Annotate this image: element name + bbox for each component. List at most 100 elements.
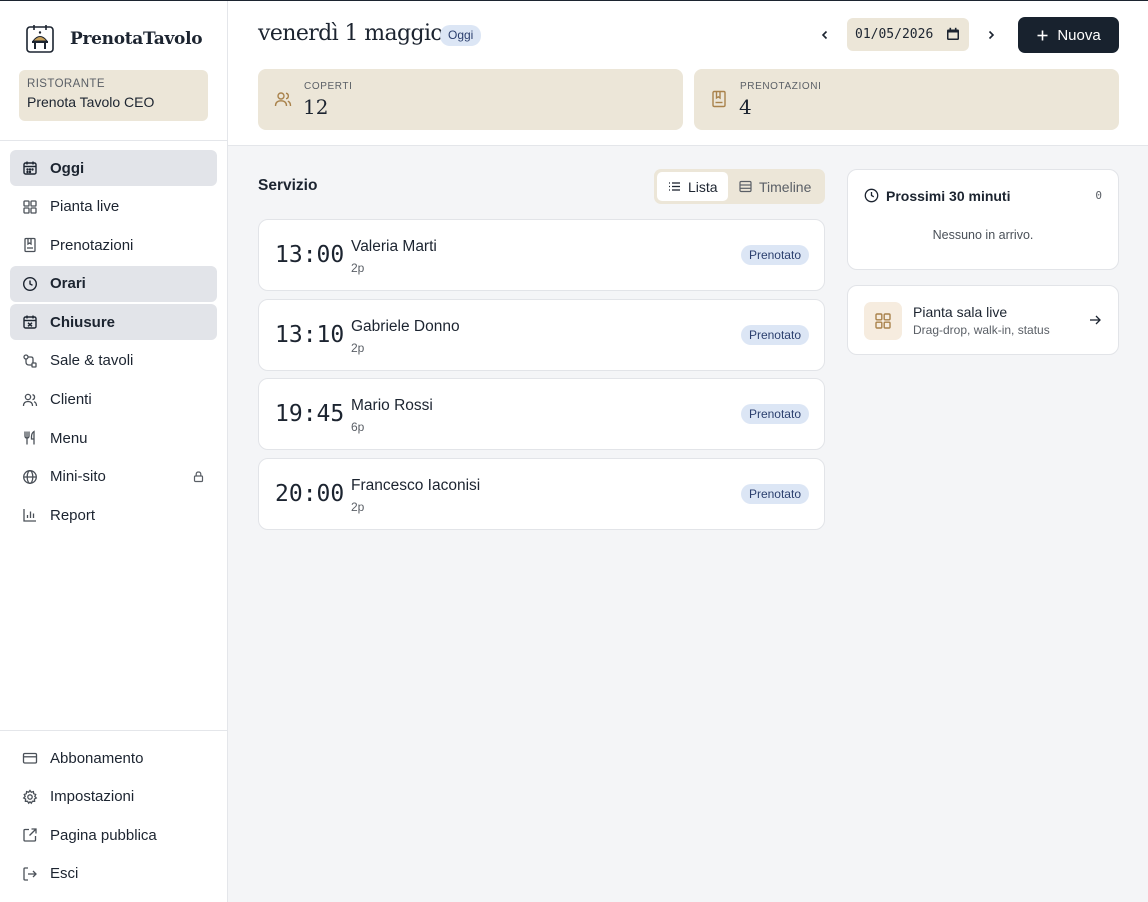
reservation-card[interactable]: 13:00 Valeria Marti 2p Prenotato <box>258 219 825 291</box>
prev-day-button[interactable] <box>813 23 837 47</box>
sidebar-item-mini-sito[interactable]: Mini-sito <box>10 459 217 495</box>
sidebar: PrenotaTavolo RISTORANTE Prenota Tavolo … <box>0 1 228 902</box>
sidebar-item-impostazioni[interactable]: Impostazioni <box>10 779 217 815</box>
stat-value: 12 <box>303 95 329 119</box>
sidebar-item-label: Chiusure <box>50 313 116 331</box>
stat-card-prenotazioni: PRENOTAZIONI 4 <box>694 69 1119 130</box>
page-header: venerdì 1 maggio Oggi 01/05/2026 Nuova C… <box>228 1 1148 146</box>
map-link-title: Pianta sala live <box>913 304 1008 320</box>
sidebar-item-label: Menu <box>50 429 88 447</box>
sidebar-divider <box>0 140 227 141</box>
clock-icon <box>864 188 879 203</box>
new-reservation-button[interactable]: Nuova <box>1018 17 1119 53</box>
clock-icon <box>22 276 38 292</box>
sidebar-item-clienti[interactable]: Clienti <box>10 382 217 418</box>
lock-icon <box>193 471 204 482</box>
restaurant-selector[interactable]: RISTORANTE Prenota Tavolo CEO <box>19 70 208 121</box>
reservation-time: 13:00 <box>275 242 345 268</box>
sidebar-item-label: Pagina pubblica <box>50 826 157 844</box>
sidebar-item-label: Prenotazioni <box>50 236 134 254</box>
live-map-link[interactable]: Pianta sala live Drag-drop, walk-in, sta… <box>847 285 1119 355</box>
stat-label: COPERTI <box>304 81 353 92</box>
app-name: PrenotaTavolo <box>70 29 203 49</box>
next-30-empty-message: Nessuno in arrivo. <box>932 228 1034 242</box>
credit-card-icon <box>22 750 38 766</box>
reservation-card[interactable]: 20:00 Francesco Iaconisi 2p Prenotato <box>258 458 825 530</box>
calendar-icon <box>22 160 38 176</box>
sidebar-item-orari[interactable]: Orari <box>10 265 217 302</box>
sidebar-item-esci[interactable]: Esci <box>10 856 217 892</box>
utensils-icon <box>22 430 38 446</box>
reservation-name: Mario Rossi <box>351 397 433 414</box>
next-30-count: 0 <box>1095 189 1102 202</box>
restaurant-logo-icon <box>26 25 54 53</box>
sidebar-item-label: Report <box>50 506 96 524</box>
reservation-covers: 2p <box>351 341 365 355</box>
sidebar-item-label: Pianta live <box>50 198 120 216</box>
sidebar-item-label: Clienti <box>50 391 92 409</box>
view-timeline-button[interactable]: Timeline <box>736 172 822 201</box>
restaurant-label: RISTORANTE <box>27 78 105 90</box>
view-toggle: Lista Timeline <box>654 169 825 204</box>
sidebar-bottom-nav: Abbonamento Impostazioni Pagina pubblica… <box>10 740 217 894</box>
next-30-min-panel: Prossimi 30 minuti 0 Nessuno in arrivo. <box>847 169 1119 270</box>
calendar-x-icon <box>22 314 38 330</box>
date-input-value: 01/05/2026 <box>855 27 934 42</box>
timeline-icon <box>739 180 752 193</box>
users-icon <box>274 92 292 107</box>
reservation-card[interactable]: 13:10 Gabriele Donno 2p Prenotato <box>258 299 825 371</box>
sidebar-nav: Oggi Pianta live Prenotazioni Orari Chiu… <box>10 150 217 536</box>
stat-label: PRENOTAZIONI <box>740 81 822 92</box>
next-30-title: Prossimi 30 minuti <box>886 188 1011 204</box>
sidebar-item-sale-tavoli[interactable]: Sale & tavoli <box>10 343 217 379</box>
brand[interactable]: PrenotaTavolo <box>24 23 203 55</box>
reservation-covers: 6p <box>351 420 365 434</box>
sidebar-item-report[interactable]: Report <box>10 497 217 533</box>
new-button-label: Nuova <box>1057 26 1101 44</box>
sidebar-item-label: Sale & tavoli <box>50 352 134 370</box>
chevron-right-icon <box>988 30 995 40</box>
restaurant-name: Prenota Tavolo CEO <box>27 94 155 110</box>
next-day-button[interactable] <box>979 23 1003 47</box>
status-badge: Prenotato <box>740 325 809 345</box>
book-icon <box>712 90 726 108</box>
reservation-time: 20:00 <box>275 481 345 507</box>
sidebar-item-abbonamento[interactable]: Abbonamento <box>10 740 217 776</box>
sidebar-item-label: Oggi <box>50 159 85 177</box>
bar-chart-icon <box>22 507 38 523</box>
sidebar-item-menu[interactable]: Menu <box>10 420 217 456</box>
sidebar-item-prenotazioni[interactable]: Prenotazioni <box>10 227 217 263</box>
sidebar-item-pagina-pubblica[interactable]: Pagina pubblica <box>10 817 217 853</box>
page-title: venerdì 1 maggio <box>258 21 444 46</box>
stat-card-coperti: COPERTI 12 <box>258 69 683 130</box>
calendar-picker-icon[interactable] <box>946 27 960 41</box>
external-link-icon <box>22 827 38 843</box>
sidebar-item-oggi[interactable]: Oggi <box>10 150 217 186</box>
today-badge: Oggi <box>440 25 482 46</box>
reservation-card[interactable]: 19:45 Mario Rossi 6p Prenotato <box>258 378 825 450</box>
view-list-button[interactable]: Lista <box>657 172 728 201</box>
service-title: Servizio <box>258 177 318 194</box>
reservation-covers: 2p <box>351 500 365 514</box>
sidebar-item-label: Abbonamento <box>50 749 144 767</box>
status-badge: Prenotato <box>740 245 809 265</box>
reservation-time: 19:45 <box>275 401 345 427</box>
sidebar-item-pianta-live[interactable]: Pianta live <box>10 189 217 225</box>
reservation-name: Valeria Marti <box>351 238 437 255</box>
arrow-right-icon <box>1090 315 1101 325</box>
status-badge: Prenotato <box>740 484 809 504</box>
logout-icon <box>22 866 38 882</box>
view-list-label: Lista <box>688 178 718 195</box>
date-input[interactable]: 01/05/2026 <box>847 18 969 51</box>
map-icon-box <box>864 302 902 340</box>
bookmark-icon <box>22 237 38 253</box>
reservation-name: Francesco Iaconisi <box>351 477 481 494</box>
route-icon <box>22 353 38 369</box>
globe-icon <box>22 469 38 485</box>
sidebar-item-chiusure[interactable]: Chiusure <box>10 304 217 341</box>
users-icon <box>22 392 38 408</box>
chevron-left-icon <box>821 30 828 40</box>
reservation-time: 13:10 <box>275 322 345 348</box>
grid-icon <box>875 313 891 329</box>
grid-icon <box>22 199 38 215</box>
